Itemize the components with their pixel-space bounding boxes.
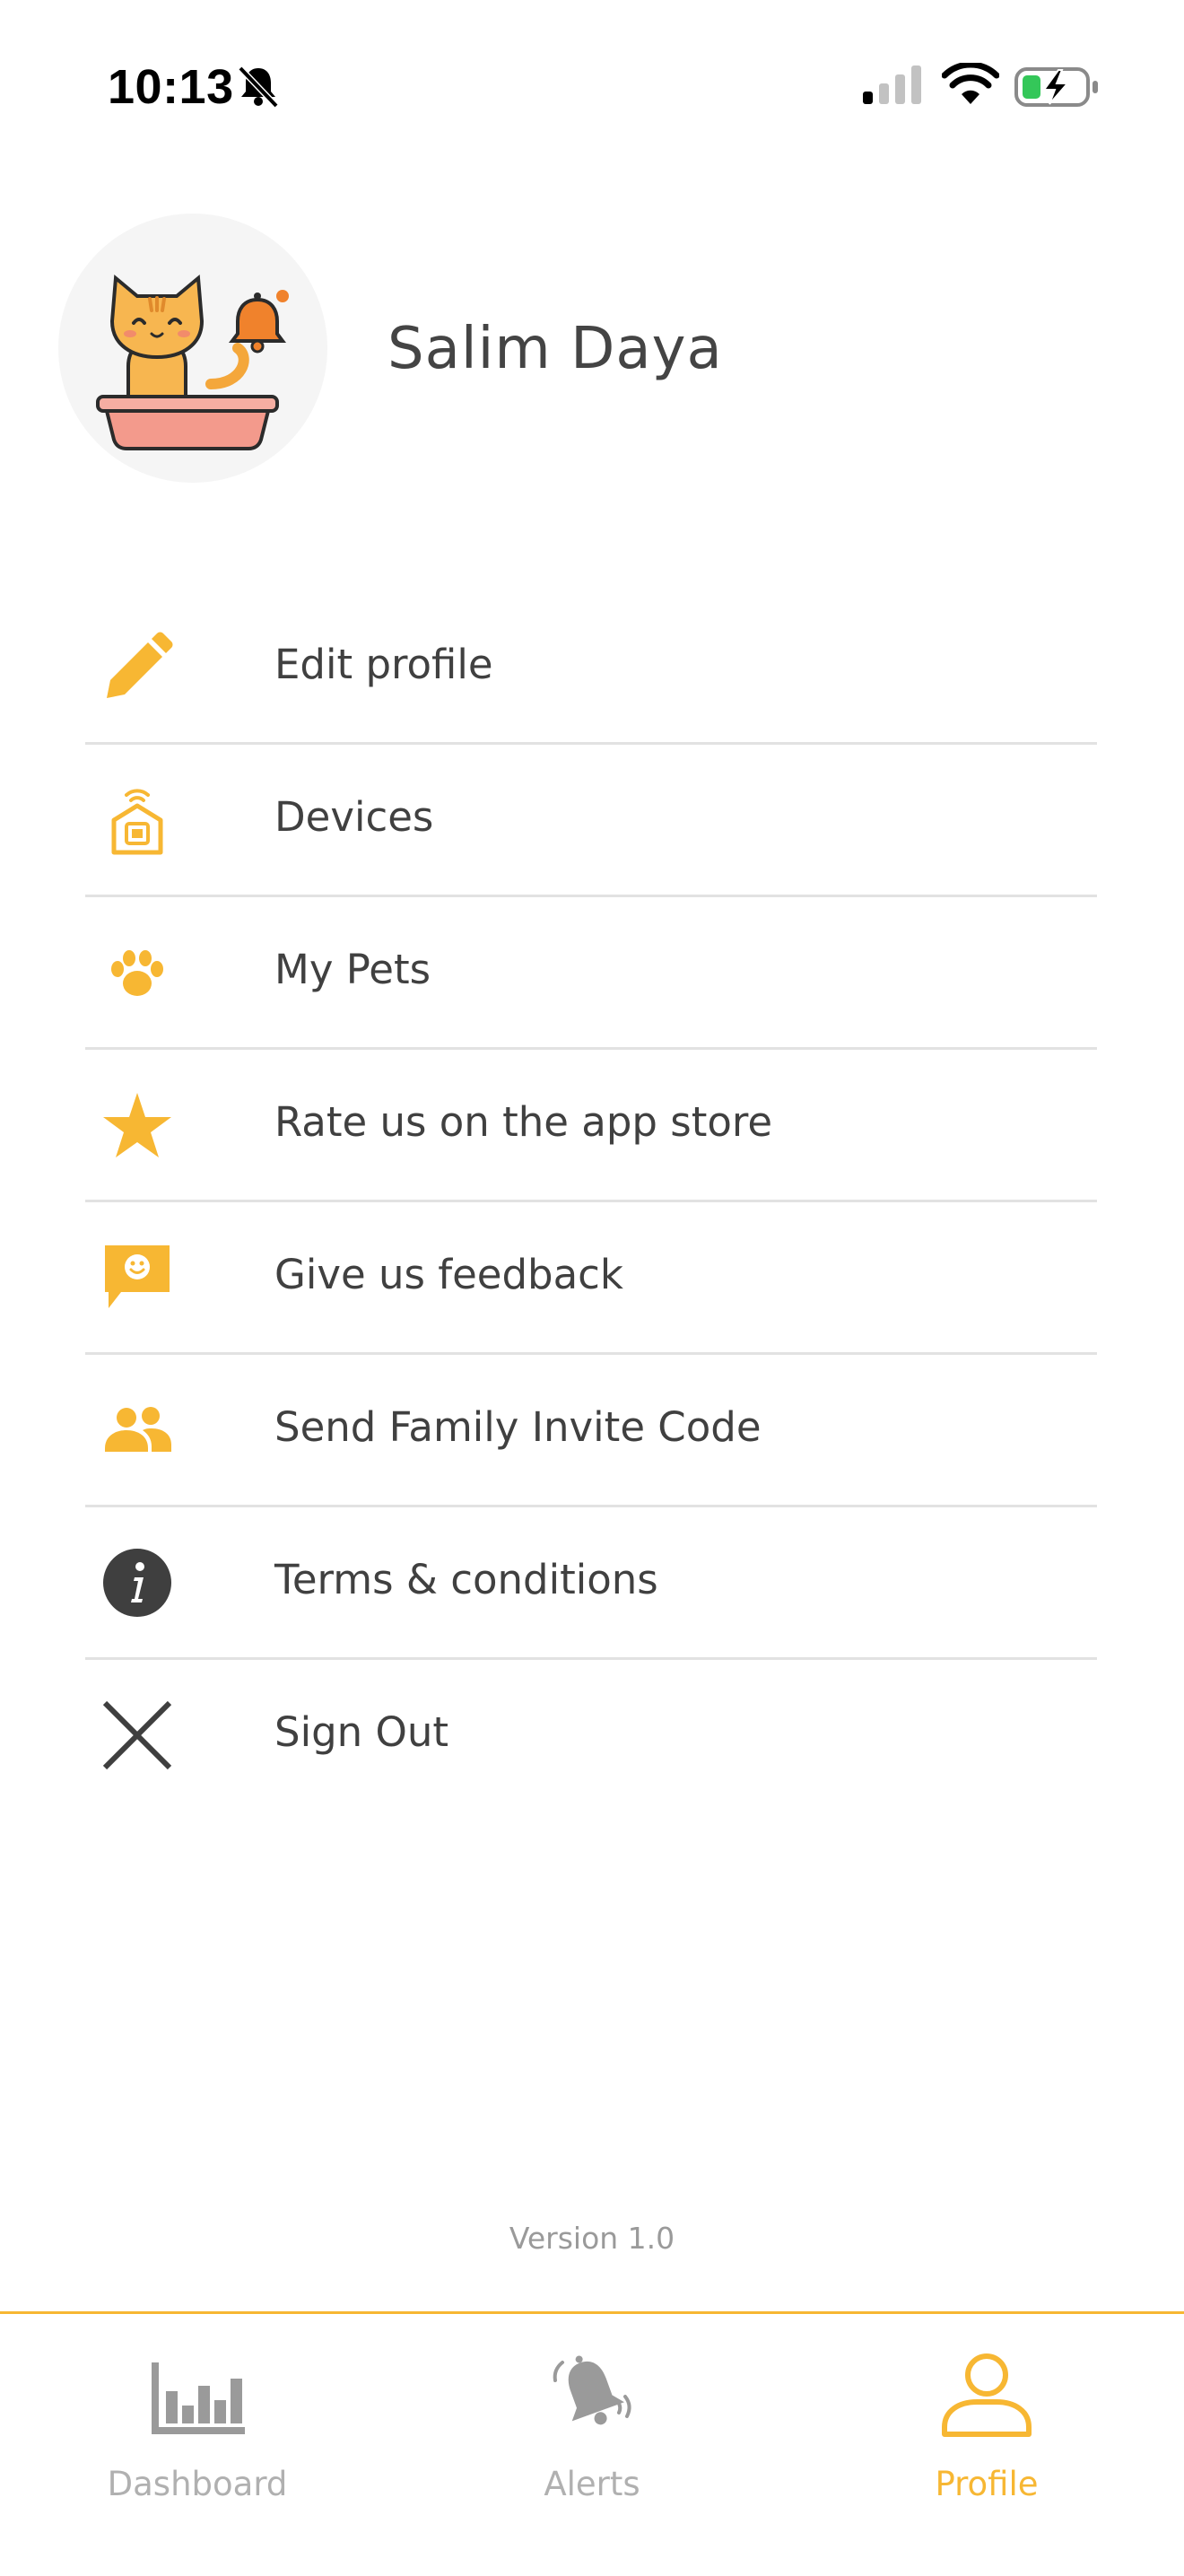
tab-label: Dashboard <box>107 2465 288 2503</box>
bar-chart-icon <box>148 2350 247 2440</box>
person-icon <box>937 2350 1036 2440</box>
battery-charging-icon <box>1014 66 1100 108</box>
close-icon <box>101 1699 173 1771</box>
tab-label: Alerts <box>544 2465 640 2503</box>
status-time: 10:13 <box>108 60 234 114</box>
menu-item-family-invite[interactable]: Send Family Invite Code <box>85 1355 1097 1507</box>
menu-item-label: Send Family Invite Code <box>274 1403 762 1451</box>
bell-slash-icon <box>235 63 282 109</box>
feedback-chat-icon <box>101 1242 173 1314</box>
menu-item-label: Devices <box>274 793 434 841</box>
menu-item-devices[interactable]: Devices <box>85 745 1097 897</box>
tab-bar: Dashboard Alerts Profile <box>0 2311 1184 2576</box>
menu-item-label: Rate us on the app store <box>274 1098 773 1146</box>
menu-item-label: Edit profile <box>274 641 493 688</box>
menu-item-terms[interactable]: Terms & conditions <box>85 1507 1097 1660</box>
menu-item-label: Give us feedback <box>274 1251 623 1298</box>
star-icon <box>101 1089 173 1161</box>
tab-alerts[interactable]: Alerts <box>395 2314 789 2529</box>
cat-litter-box-bell-icon <box>96 275 289 450</box>
profile-menu: Edit profile Devices My Pets Rate us on … <box>85 592 1097 1812</box>
status-bar: 10:13 <box>0 0 1184 170</box>
tab-dashboard[interactable]: Dashboard <box>0 2314 395 2529</box>
tab-profile[interactable]: Profile <box>789 2314 1184 2529</box>
menu-item-label: My Pets <box>274 946 431 993</box>
paw-icon <box>101 937 173 1009</box>
info-icon <box>101 1547 173 1619</box>
avatar[interactable] <box>58 214 327 483</box>
cellular-signal-icon <box>861 65 924 106</box>
bell-ringing-icon <box>543 2350 641 2440</box>
menu-item-rate-us[interactable]: Rate us on the app store <box>85 1050 1097 1202</box>
profile-name: Salim Daya <box>387 316 723 382</box>
menu-item-give-feedback[interactable]: Give us feedback <box>85 1202 1097 1355</box>
menu-item-my-pets[interactable]: My Pets <box>85 897 1097 1050</box>
device-icon <box>101 784 173 856</box>
wifi-icon <box>941 61 1000 106</box>
version-label: Version 1.0 <box>509 2221 675 2256</box>
menu-item-sign-out[interactable]: Sign Out <box>85 1660 1097 1812</box>
pencil-icon <box>101 632 173 703</box>
menu-item-edit-profile[interactable]: Edit profile <box>85 592 1097 745</box>
tab-label: Profile <box>935 2465 1039 2503</box>
family-icon <box>101 1394 173 1466</box>
menu-item-label: Sign Out <box>274 1708 449 1756</box>
menu-item-label: Terms & conditions <box>274 1556 658 1603</box>
